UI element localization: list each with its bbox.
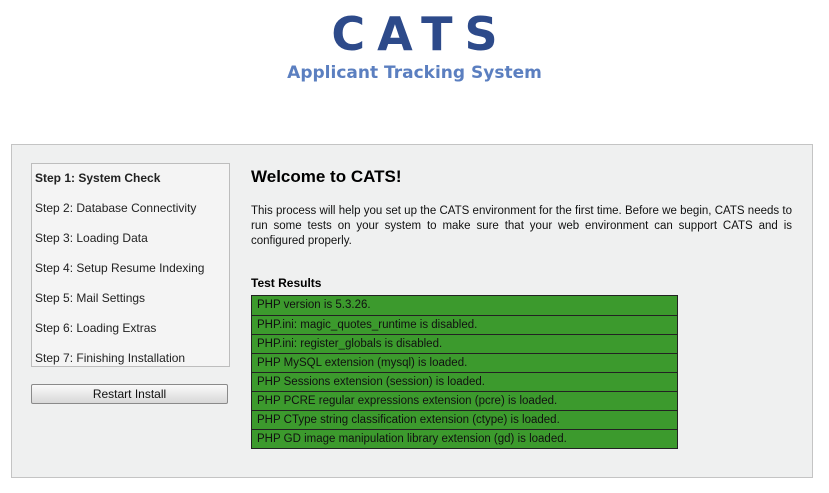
step-loading-extras: Step 6: Loading Extras [35, 321, 157, 335]
step-setup-resume-indexing: Step 4: Setup Resume Indexing [35, 261, 205, 275]
restart-install-button[interactable]: Restart Install [31, 384, 228, 404]
test-result-row: PHP GD image manipulation library extens… [252, 429, 677, 448]
test-results-title: Test Results [251, 276, 322, 290]
test-result-row: PHP PCRE regular expressions extension (… [252, 391, 677, 410]
logo-title: CATS [331, 7, 510, 61]
logo-subtitle: Applicant Tracking System [287, 63, 542, 83]
test-result-row: PHP MySQL extension (mysql) is loaded. [252, 353, 677, 372]
steps-list: Step 1: System Check Step 2: Database Co… [31, 163, 230, 367]
page-title: Welcome to CATS! [251, 167, 402, 186]
test-result-row: PHP version is 5.3.26. [257, 299, 371, 311]
intro-text: This process will help you set up the CA… [251, 205, 792, 247]
step-system-check: Step 1: System Check [35, 171, 161, 185]
test-result-row: PHP CType string classification extensio… [252, 410, 677, 429]
test-result-row: PHP.ini: magic_quotes_runtime is disable… [252, 315, 677, 334]
install-panel: Step 1: System Check Step 2: Database Co… [11, 144, 813, 478]
test-result-row: PHP Sessions extension (session) is load… [252, 372, 677, 391]
step-finishing-installation: Step 7: Finishing Installation [35, 351, 186, 365]
step-loading-data: Step 3: Loading Data [35, 231, 148, 245]
test-result-row: PHP.ini: register_globals is disabled. [252, 334, 677, 353]
step-mail-settings: Step 5: Mail Settings [35, 291, 146, 305]
test-results-table: PHP version is 5.3.26. PHP.ini: magic_qu… [251, 295, 678, 449]
step-database-connectivity: Step 2: Database Connectivity [35, 201, 197, 215]
